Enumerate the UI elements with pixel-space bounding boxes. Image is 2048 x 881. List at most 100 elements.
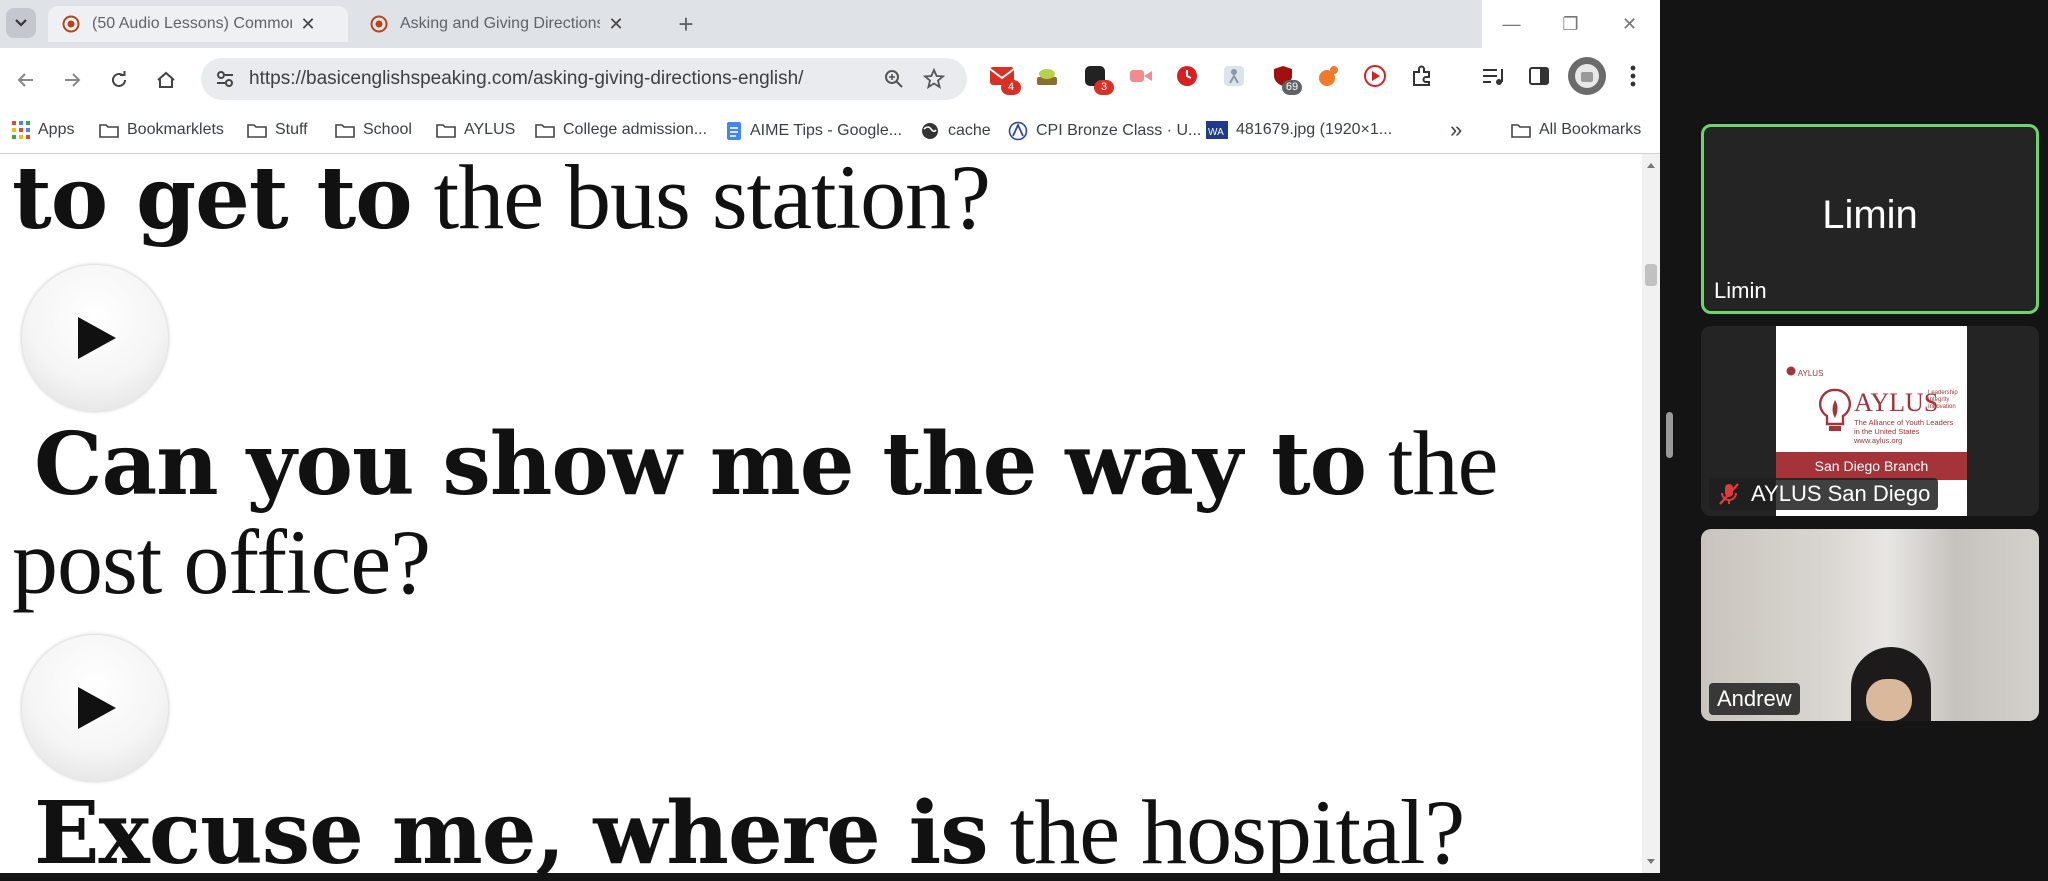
back-button[interactable] bbox=[8, 62, 44, 98]
menu-button[interactable] bbox=[1618, 61, 1648, 91]
tab-asking-directions[interactable]: Asking and Giving Directions in ✕ bbox=[356, 6, 656, 42]
playlist-icon bbox=[1483, 69, 1503, 85]
bookmark-label: cache bbox=[948, 122, 991, 139]
site-settings-icon[interactable] bbox=[215, 69, 235, 89]
page-scrollbar[interactable] bbox=[1642, 154, 1660, 873]
orange-shape-icon bbox=[1319, 66, 1338, 86]
participant-name: Limin bbox=[1714, 278, 1767, 303]
restore-button[interactable]: ❐ bbox=[1541, 0, 1600, 48]
folder-icon bbox=[247, 124, 267, 138]
play-extension-icon[interactable] bbox=[1360, 61, 1390, 91]
tab-close-button[interactable]: ✕ bbox=[298, 14, 318, 35]
record-extension-icon[interactable] bbox=[1126, 61, 1156, 91]
bookmark-label: All Bookmarks bbox=[1539, 121, 1642, 138]
bookmark-folder-bookmarklets[interactable]: Bookmarklets bbox=[99, 121, 224, 139]
mail-extension-icon[interactable]: 4 bbox=[987, 61, 1021, 95]
tab-audio-lessons[interactable]: (50 Audio Lessons) Common En ✕ bbox=[48, 6, 348, 42]
media-controls-button[interactable] bbox=[1478, 61, 1508, 91]
bookmark-star-icon[interactable] bbox=[923, 68, 945, 90]
bookmarks-overflow-button[interactable]: » bbox=[1450, 117, 1462, 143]
muted-mic-icon bbox=[1719, 483, 1739, 505]
reload-button[interactable] bbox=[101, 62, 137, 98]
mail-count-badge: 4 bbox=[1001, 80, 1021, 95]
plant-icon bbox=[1037, 69, 1057, 85]
browser-window: (50 Audio Lessons) Common En ✕ Asking an… bbox=[0, 0, 1660, 873]
google-docs-icon bbox=[727, 122, 741, 140]
phrase-line: Can you show me the way to the bbox=[34, 410, 1498, 516]
site-favicon-icon bbox=[370, 15, 388, 33]
phrase-regular: post office? bbox=[12, 511, 431, 613]
folder-icon bbox=[436, 124, 456, 138]
participant-center-name: Limin bbox=[1822, 193, 1918, 237]
bookmark-aime-tips[interactable]: AIME Tips - Google... bbox=[726, 121, 902, 141]
zoom-icon[interactable] bbox=[883, 68, 905, 90]
bookmark-label: 481679.jpg (1920×1... bbox=[1236, 121, 1393, 138]
bookmark-apps[interactable]: Apps bbox=[12, 121, 74, 139]
home-icon bbox=[157, 71, 175, 88]
participant-tile-andrew[interactable]: Andrew bbox=[1701, 529, 2039, 721]
new-tab-button[interactable]: + bbox=[668, 8, 704, 40]
browser-toolbar: https://basicenglishspeaking.com/asking-… bbox=[0, 48, 1660, 113]
apps-grid-icon bbox=[12, 121, 30, 139]
shield-extension-icon[interactable]: 69 bbox=[1268, 61, 1302, 95]
bookmark-label: CPI Bronze Class · U... bbox=[1036, 122, 1202, 139]
panel-resize-handle[interactable] bbox=[1666, 412, 1673, 458]
participant-name-label: Limin bbox=[1706, 275, 1775, 307]
tab-search-button[interactable] bbox=[6, 8, 36, 38]
folder-icon bbox=[535, 124, 555, 138]
bookmark-label: College admission... bbox=[563, 121, 708, 138]
side-panel-button[interactable] bbox=[1524, 61, 1554, 91]
all-bookmarks-folder[interactable]: All Bookmarks bbox=[1511, 121, 1641, 139]
image-favicon-icon: WA bbox=[1206, 121, 1228, 139]
bookmark-label: Apps bbox=[38, 121, 75, 138]
bookmark-label: School bbox=[363, 121, 412, 138]
aylus-shield-icon bbox=[1786, 366, 1796, 376]
close-window-button[interactable]: ✕ bbox=[1600, 0, 1659, 48]
timer-extension-icon[interactable] bbox=[1172, 61, 1202, 91]
shield-count-badge: 69 bbox=[1282, 80, 1302, 95]
bookmark-folder-aylus[interactable]: AYLUS bbox=[436, 121, 515, 139]
bookmarks-bar: Apps Bookmarklets Stuff School AYLUS Col… bbox=[0, 113, 1660, 154]
phrase-bold: Can you show me the way to bbox=[34, 414, 1367, 515]
participant-tile-aylus[interactable]: AYLUS AYLUS Leadership Integrity Innovat… bbox=[1701, 326, 2039, 516]
participant-tile-limin[interactable]: Limin Limin bbox=[1701, 124, 2039, 314]
audio-play-button[interactable] bbox=[22, 635, 168, 781]
timer-icon bbox=[1177, 66, 1197, 86]
figure-extension-icon[interactable] bbox=[1219, 61, 1249, 91]
phrase-bold: Excuse me, where is bbox=[34, 783, 989, 873]
bookmark-folder-school[interactable]: School bbox=[335, 121, 412, 139]
minimize-button[interactable]: — bbox=[1482, 0, 1541, 48]
lightbulb-icon bbox=[1819, 388, 1851, 431]
folder-icon bbox=[99, 124, 119, 138]
scroll-up-arrow-icon[interactable] bbox=[1642, 158, 1660, 172]
site-favicon-icon bbox=[62, 15, 80, 33]
scroll-down-arrow-icon[interactable] bbox=[1642, 855, 1660, 869]
scrollbar-thumb[interactable] bbox=[1645, 264, 1657, 286]
audio-play-button[interactable] bbox=[22, 265, 168, 411]
tools-extension-icon[interactable] bbox=[1314, 61, 1344, 91]
extensions-button[interactable] bbox=[1407, 61, 1437, 91]
tab-strip: (50 Audio Lessons) Common En ✕ Asking an… bbox=[0, 0, 1660, 48]
play-circle-icon bbox=[1364, 65, 1386, 87]
bookmark-cpi-bronze[interactable]: CPI Bronze Class · U... bbox=[1008, 121, 1201, 141]
bookmark-label: Bookmarklets bbox=[127, 121, 224, 138]
profile-button[interactable] bbox=[1567, 56, 1607, 96]
bookmark-folder-stuff[interactable]: Stuff bbox=[247, 121, 308, 139]
kebab-menu-icon bbox=[1630, 65, 1636, 87]
tab-close-button[interactable]: ✕ bbox=[606, 14, 626, 35]
home-button[interactable] bbox=[148, 62, 184, 98]
video-camera-icon bbox=[1130, 70, 1152, 82]
bookmark-image-file[interactable]: WA 481679.jpg (1920×1... bbox=[1206, 121, 1392, 139]
logo-small-text: AYLUS bbox=[1786, 366, 1823, 378]
garden-extension-icon[interactable] bbox=[1032, 61, 1062, 91]
extension-three-icon[interactable]: 3 bbox=[1080, 61, 1114, 95]
bookmark-cache[interactable]: cache bbox=[920, 121, 991, 141]
phrase-line: post office? bbox=[12, 509, 431, 615]
chevron-down-icon bbox=[15, 19, 27, 27]
window-controls: — ❐ ✕ bbox=[1482, 0, 1660, 48]
forward-button[interactable] bbox=[54, 62, 90, 98]
address-bar[interactable]: https://basicenglishspeaking.com/asking-… bbox=[201, 58, 967, 100]
globe-icon bbox=[922, 123, 938, 139]
bookmark-folder-college[interactable]: College admission... bbox=[535, 121, 707, 139]
bookmark-label: AIME Tips - Google... bbox=[750, 122, 903, 139]
